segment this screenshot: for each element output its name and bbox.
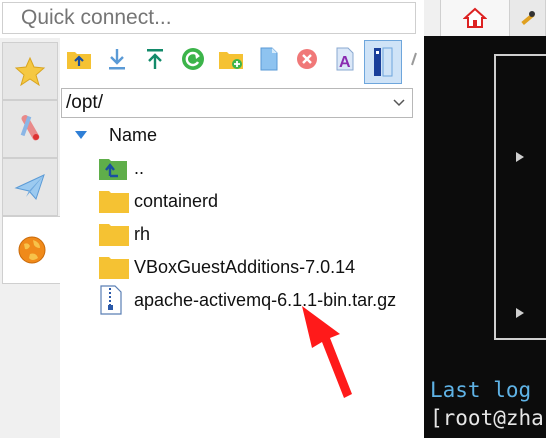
- path-combobox[interactable]: /opt/: [61, 88, 413, 118]
- parent-directory-button[interactable]: [64, 44, 94, 74]
- file-row-archive[interactable]: apache-activemq-6.1.1-bin.tar.gz: [98, 284, 418, 316]
- folder-icon: [98, 253, 132, 281]
- new-folder-button[interactable]: [216, 44, 246, 74]
- refresh-icon: [182, 48, 204, 70]
- refresh-button[interactable]: [178, 44, 208, 74]
- side-tab-macros[interactable]: [2, 158, 58, 216]
- upload-button[interactable]: [140, 44, 170, 74]
- globe-icon: [18, 236, 45, 264]
- tab-session[interactable]: [510, 0, 546, 36]
- terminal-line: Last log: [430, 378, 532, 402]
- folder-icon: [98, 187, 132, 215]
- file-name: VBoxGuestAdditions-7.0.14: [134, 256, 356, 277]
- folder-icon: [98, 220, 132, 248]
- upload-icon: [147, 49, 163, 69]
- follow-terminal-button[interactable]: [364, 40, 402, 84]
- download-icon: [109, 49, 125, 70]
- new-folder-icon: [219, 52, 243, 69]
- terminal-line: [root@zha: [430, 406, 544, 430]
- chevron-down-icon[interactable]: [386, 99, 412, 107]
- file-row-folder[interactable]: rh: [98, 218, 418, 250]
- wrench-icon: [520, 11, 535, 26]
- sftp-browser: A /opt/ Name .. containerd rh VBoxGuestA…: [60, 38, 424, 438]
- file-name: ..: [134, 157, 145, 178]
- new-file-icon: [260, 47, 278, 71]
- side-tab-sftp[interactable]: [2, 216, 60, 284]
- new-file-button[interactable]: [254, 44, 284, 74]
- svg-text:A: A: [339, 54, 351, 71]
- terminal-banner-box: [494, 54, 546, 340]
- permissions-button[interactable]: A: [330, 44, 360, 74]
- quick-connect-input[interactable]: [2, 2, 416, 34]
- top-tab-bar: [424, 0, 546, 37]
- red-arrow-annotation: [302, 306, 352, 398]
- bullet-icon: [516, 152, 524, 162]
- file-name: rh: [134, 223, 151, 244]
- text-icon: A: [336, 47, 354, 71]
- side-tab-strip: [0, 38, 61, 438]
- star-icon: [14, 56, 46, 86]
- side-tab-sessions[interactable]: [2, 42, 58, 100]
- column-name-label: Name: [109, 125, 158, 145]
- file-row-folder[interactable]: VBoxGuestAdditions-7.0.14: [98, 251, 418, 283]
- folder-up-icon: [67, 52, 91, 69]
- house-icon: [463, 7, 487, 28]
- terminal-panel[interactable]: Last log [root@zha: [424, 36, 546, 438]
- sftp-toolbar: A: [60, 38, 424, 90]
- tools-icon: [20, 114, 40, 141]
- grip-icon: [411, 52, 417, 66]
- paper-plane-icon: [14, 174, 45, 200]
- side-tab-tools[interactable]: [2, 100, 58, 158]
- file-row-parent[interactable]: ..: [98, 152, 418, 184]
- path-value: /opt/: [66, 92, 103, 113]
- file-name: containerd: [134, 190, 219, 211]
- delete-button[interactable]: [292, 44, 322, 74]
- delete-icon: [297, 49, 317, 69]
- column-header[interactable]: Name: [60, 122, 424, 150]
- file-row-folder[interactable]: containerd: [98, 185, 418, 217]
- terminal-follow-icon: [374, 47, 393, 77]
- bullet-icon: [516, 308, 524, 318]
- sort-ascending-icon: [75, 131, 87, 139]
- download-button[interactable]: [102, 44, 132, 74]
- toolbar-overflow-handle[interactable]: [410, 52, 418, 66]
- parent-folder-icon: [98, 154, 132, 182]
- archive-file-icon: [98, 285, 132, 315]
- tab-home[interactable]: [440, 0, 510, 36]
